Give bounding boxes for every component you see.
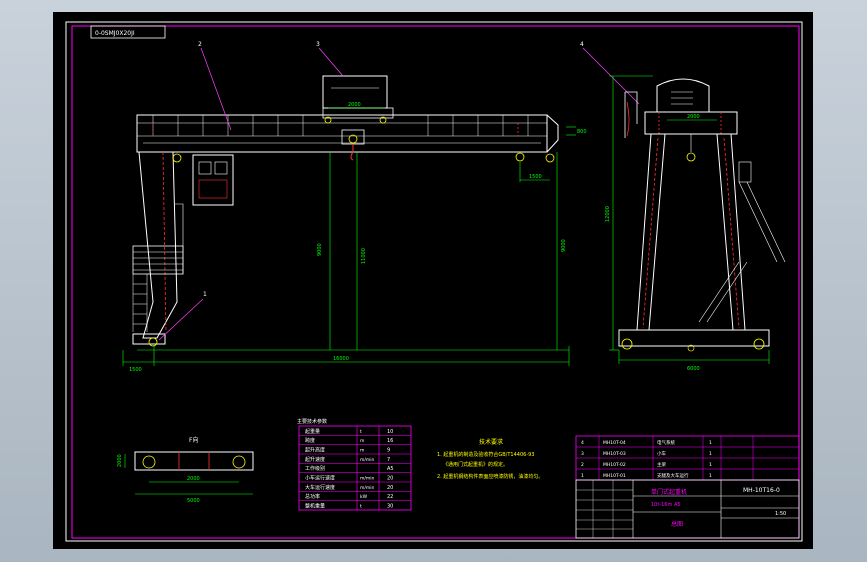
title-tag: 0-0SMJ0X20JI — [95, 30, 135, 37]
dim-left-end: 1500 — [129, 367, 142, 373]
dim-height-a: 9000 — [317, 243, 323, 256]
tech-row-value: 10 — [387, 429, 393, 435]
tech-row-value: 9 — [387, 448, 390, 454]
bom-cell: MH10T-02 — [603, 462, 626, 468]
dim-trolley-gauge: 2000 — [348, 102, 361, 108]
tech-row-label: 总功率 — [305, 493, 320, 500]
dim-plan-outer: 5000 — [187, 498, 200, 504]
part-label-3: 3 — [316, 41, 320, 48]
bom-cell: MH10T-03 — [603, 451, 626, 457]
bom-cell: 主梁 — [657, 461, 666, 468]
plan-view-label: F向 — [189, 436, 198, 444]
tech-row-unit: m — [360, 449, 364, 454]
bom-cell: 1 — [709, 473, 712, 479]
notes-line-2: 《通用门式起重机》的规定。 — [443, 461, 508, 468]
tech-row-value: A5 — [387, 466, 394, 472]
bom-cell: MH10T-01 — [603, 473, 626, 479]
tech-row-label: 整机重量 — [305, 503, 325, 510]
bom-cell: 2 — [581, 462, 584, 468]
tech-row-value: 20 — [387, 476, 393, 482]
tech-row-unit: kW — [360, 494, 368, 500]
title-line-1: 单门式起重机 — [651, 488, 687, 496]
part-label-2: 2 — [198, 41, 202, 48]
dim-plan-inner: 2000 — [187, 476, 200, 482]
bom-cell: 3 — [581, 451, 584, 457]
tech-row-value: 16 — [387, 438, 393, 444]
notes-line-1: 1. 起重机的制造及验收符合GB/T14406-93 — [437, 451, 534, 458]
tech-row-value: 7 — [387, 457, 390, 463]
bom-cell: 小车 — [657, 450, 666, 457]
tech-row-label: 大车运行速度 — [305, 484, 335, 491]
tech-row-label: 工作级别 — [305, 465, 325, 472]
dim-right-overhang: 1500 — [529, 174, 542, 180]
dim-span: 16000 — [333, 356, 349, 362]
title-line-2: 10t-16m A5 — [651, 502, 681, 508]
sheet-background — [53, 12, 813, 549]
tech-row-label: 起升高度 — [305, 447, 325, 454]
tech-row-unit: m/min — [360, 457, 375, 463]
tech-row-label: 跨度 — [305, 437, 315, 444]
part-label-4: 4 — [580, 41, 584, 48]
dim-side-height: 12000 — [605, 206, 611, 222]
bom-cell: 4 — [581, 440, 584, 446]
part-label-1: 1 — [203, 291, 207, 298]
tech-row-unit: m/min — [360, 485, 375, 491]
bom-cell: 1 — [581, 473, 584, 479]
bom-cell: MH10T-04 — [603, 440, 626, 446]
sheet-name: 总图 — [671, 520, 683, 528]
tech-row-value: 20 — [387, 485, 393, 491]
tech-row-value: 30 — [387, 504, 393, 510]
dim-plan-left: 2000 — [117, 454, 123, 467]
dim-height-c: 9000 — [561, 239, 567, 252]
notes-line-3: 2. 起重机钢结构件表面应喷漆防锈，油漆均匀。 — [437, 473, 543, 480]
tech-row-unit: t — [360, 429, 362, 435]
bom-cell: 1 — [709, 462, 712, 468]
dim-height-b: 11000 — [361, 248, 367, 264]
notes-heading: 技术要求 — [479, 438, 503, 446]
tech-row-value: 22 — [387, 494, 393, 500]
drawing-canvas: 0-0SMJ0X20JI 2000 9000 11000 9000 16000 … — [53, 12, 813, 549]
tech-row-label: 起升速度 — [305, 456, 325, 463]
tech-row-unit: m/min — [360, 476, 375, 482]
bom-cell: 电气系统 — [657, 439, 675, 446]
tech-row-label: 小车运行速度 — [305, 475, 335, 482]
bom-cell: 支腿及大车运行 — [657, 472, 689, 479]
dim-side-base: 6000 — [687, 366, 700, 372]
dim-side-top: 2000 — [687, 114, 700, 120]
bom-cell: 1 — [709, 440, 712, 446]
tech-table-caption: 主要技术参数 — [297, 418, 327, 425]
drawing-number: MH-10T16-0 — [743, 487, 780, 494]
tech-row-unit: t — [360, 504, 362, 510]
tech-row-label: 起重量 — [305, 428, 320, 435]
tech-row-unit: m — [360, 439, 364, 444]
drawing-sheet[interactable]: 0-0SMJ0X20JI 2000 9000 11000 9000 16000 … — [53, 12, 813, 549]
drawing-scale: 1:50 — [775, 511, 786, 517]
dim-small-right: 800 — [577, 129, 587, 135]
bom-cell: 1 — [709, 451, 712, 457]
